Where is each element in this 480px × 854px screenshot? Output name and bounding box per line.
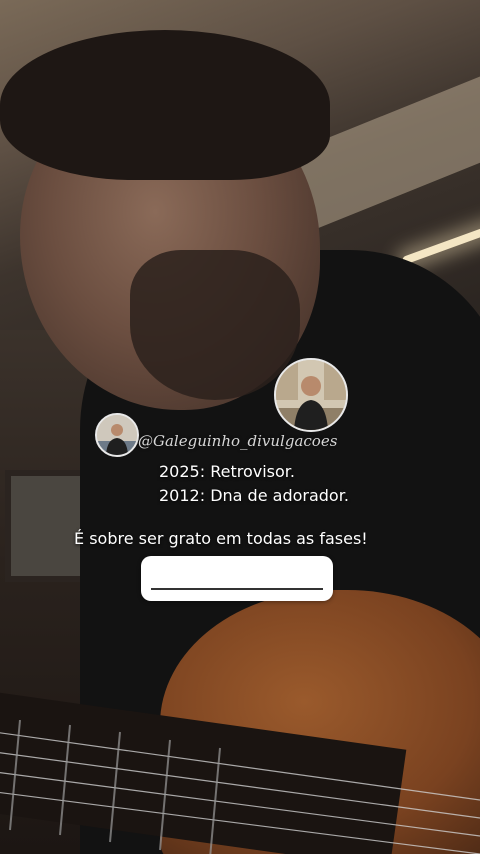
story-background <box>0 0 480 854</box>
reply-input-box[interactable] <box>141 556 333 601</box>
caption-line-1: 2025: Retrovisor. <box>159 462 295 481</box>
profile-photo-icon <box>97 415 137 455</box>
person-hair <box>0 30 330 180</box>
caption-line-2: 2012: Dna de adorador. <box>159 486 349 505</box>
person-beard <box>130 250 300 400</box>
profile-photo-icon <box>276 360 346 430</box>
handle-text[interactable]: @Galeguinho_divulgacoes <box>138 432 337 450</box>
guitar-strings <box>0 720 480 854</box>
caption-line-3: É sobre ser grato em todas as fases! <box>74 529 368 548</box>
profile-avatar-small[interactable] <box>95 413 139 457</box>
profile-avatar-large[interactable] <box>274 358 348 432</box>
reply-input-underline <box>151 588 323 590</box>
